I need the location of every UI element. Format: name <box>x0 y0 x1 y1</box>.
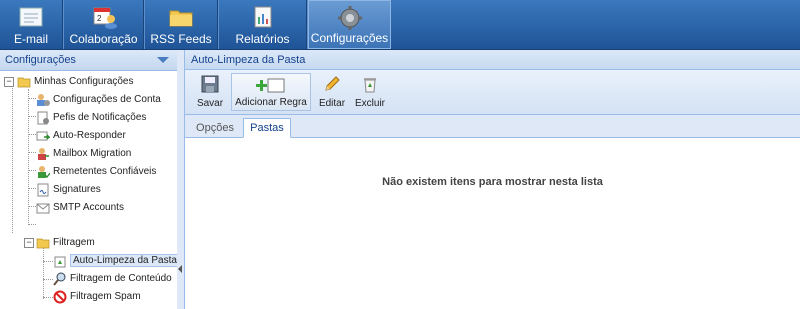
no-entry-icon <box>53 290 67 304</box>
nav-reports-label: Relatórios <box>235 32 290 46</box>
collapse-arrow-icon[interactable] <box>178 265 182 273</box>
mailbox-migration-icon <box>36 147 50 161</box>
tree-item-notification-profiles[interactable]: Pefis de Notificações <box>36 109 146 126</box>
settings-sidebar: Configurações − Minhas Configurações Con… <box>0 50 180 309</box>
svg-text:2: 2 <box>97 14 102 23</box>
tree-item-folder-auto-cleanup[interactable]: Auto-Limpeza da Pasta <box>53 252 180 269</box>
tree-connector <box>28 152 36 153</box>
tree-connector <box>28 98 36 99</box>
main-panel: Auto-Limpeza da Pasta Savar Adicionar Re… <box>185 50 800 309</box>
tree-item-label: Auto-Limpeza da Pasta <box>70 254 180 267</box>
empty-list-message: Não existem itens para mostrar nesta lis… <box>382 176 603 188</box>
tree-connector <box>28 89 29 225</box>
tree-connector <box>43 279 53 280</box>
save-button[interactable]: Savar <box>193 73 227 111</box>
tree-connector <box>28 116 36 117</box>
tree-item-signatures[interactable]: Signatures <box>36 181 101 198</box>
trusted-senders-icon <box>36 165 51 179</box>
tree-connector <box>28 170 36 171</box>
tree-connector <box>28 206 36 207</box>
tree-folder-label: Filtragem <box>53 237 95 248</box>
save-label: Savar <box>196 98 224 109</box>
tree-item-mailbox-migration[interactable]: Mailbox Migration <box>36 145 131 162</box>
tab-folders[interactable]: Pastas <box>243 118 291 138</box>
nav-rss-feeds-button[interactable]: RSS Feeds <box>145 0 218 49</box>
notification-profile-icon <box>36 111 50 125</box>
delete-label: Excluir <box>354 98 385 109</box>
top-navigation-bar: E-mail 2 Colaboração RSS Feeds Relatório… <box>0 0 800 50</box>
delete-button[interactable]: Excluir <box>353 73 387 111</box>
tree-root-label: Minhas Configurações <box>34 76 134 87</box>
sidebar-header: Configurações <box>0 50 177 71</box>
report-icon <box>254 6 271 28</box>
toolbar: Savar Adicionar Regra Editar Excluir <box>185 70 800 115</box>
tree-item-label: Mailbox Migration <box>53 148 132 159</box>
tree-folder-filtering[interactable]: Filtragem <box>36 234 95 251</box>
tree-item-auto-responder[interactable]: Auto-Responder <box>36 127 126 144</box>
open-folder-icon <box>17 75 31 89</box>
trash-icon <box>364 78 376 93</box>
auto-responder-icon <box>36 129 51 143</box>
account-settings-icon <box>36 93 50 107</box>
tree-item-smtp-accounts[interactable]: SMTP Accounts <box>36 199 124 216</box>
calendar-people-icon: 2 <box>93 7 117 29</box>
tree-item-label: SMTP Accounts <box>53 202 124 213</box>
pencil-icon <box>325 76 340 91</box>
tree-connector <box>12 80 13 233</box>
smtp-account-icon <box>36 201 50 215</box>
signature-icon <box>36 183 50 197</box>
folder-rss-icon <box>169 10 193 27</box>
tree-item-label: Filtragem de Conteúdo <box>70 273 172 284</box>
edit-label: Editar <box>318 98 346 109</box>
nav-collaboration-label: Colaboração <box>69 32 138 46</box>
add-rule-label: Adicionar Regra <box>235 97 307 108</box>
folder-cleanup-icon <box>53 254 67 268</box>
collapse-toggle[interactable]: − <box>24 238 34 248</box>
tree-connector <box>43 246 44 299</box>
tree-connector <box>43 297 53 298</box>
email-icon <box>19 7 43 27</box>
tree-item-label: Configurações de Conta <box>53 94 161 105</box>
collapse-toggle[interactable]: − <box>4 77 14 87</box>
tree-connector <box>28 224 36 225</box>
open-folder-icon <box>36 236 50 250</box>
tree-item-account-settings[interactable]: Configurações de Conta <box>36 91 161 108</box>
save-icon <box>201 75 219 93</box>
tree-item-label: Remetentes Confiáveis <box>53 166 157 177</box>
main-panel-header: Auto-Limpeza da Pasta <box>185 50 800 70</box>
tree-connector <box>28 134 36 135</box>
nav-settings-label: Configurações <box>310 31 389 45</box>
nav-rss-feeds-label: RSS Feeds <box>150 32 212 46</box>
nav-collaboration-button[interactable]: 2 Colaboração <box>64 0 144 49</box>
tree-root-my-settings[interactable]: Minhas Configurações <box>17 73 134 90</box>
tab-options[interactable]: Opções <box>191 118 239 138</box>
tree-item-trusted-senders[interactable]: Remetentes Confiáveis <box>36 163 156 180</box>
panel-splitter[interactable] <box>177 50 185 309</box>
nav-email-label: E-mail <box>13 32 48 46</box>
tab-bar: Opções Pastas <box>185 115 800 138</box>
tree-item-label: Filtragem Spam <box>70 291 141 302</box>
collapse-panel-icon[interactable] <box>157 57 169 63</box>
add-rule-button[interactable]: Adicionar Regra <box>231 73 311 111</box>
tree-connector <box>43 261 53 262</box>
tree-item-label: Pefis de Notificações <box>53 112 147 123</box>
tree-connector <box>28 188 36 189</box>
tree-item-spam-filtering[interactable]: Filtragem Spam <box>53 288 141 305</box>
page-title: Auto-Limpeza da Pasta <box>191 53 306 66</box>
tree-item-label: Signatures <box>53 184 101 195</box>
sidebar-title: Configurações <box>5 54 76 66</box>
edit-button[interactable]: Editar <box>317 73 347 111</box>
add-rule-icon <box>256 78 285 93</box>
nav-reports-button[interactable]: Relatórios <box>219 0 307 49</box>
gear-icon <box>337 6 362 30</box>
tree-item-label: Auto-Responder <box>53 130 126 141</box>
magnifier-icon <box>53 272 67 286</box>
nav-settings-button[interactable]: Configurações <box>308 0 391 49</box>
nav-email-button[interactable]: E-mail <box>0 0 63 49</box>
tree-item-content-filtering[interactable]: Filtragem de Conteúdo <box>53 270 172 287</box>
